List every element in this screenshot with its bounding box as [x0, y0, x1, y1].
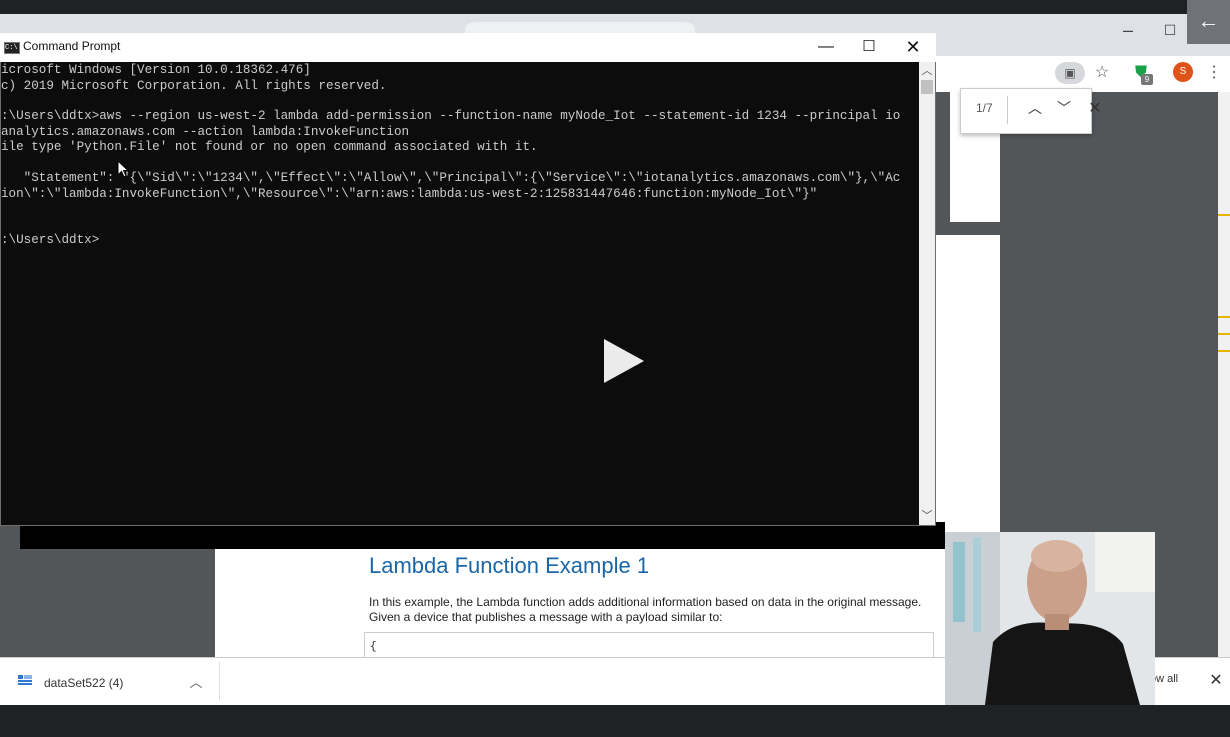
cmd-scrollbar[interactable]	[919, 62, 935, 525]
doc-paragraph: In this example, the Lambda function add…	[369, 595, 922, 609]
kebab-menu-icon[interactable]: ⋮	[1206, 62, 1222, 84]
back-arrow-icon[interactable]: ←	[1187, 0, 1230, 44]
browser-minimize-button[interactable]: –	[1118, 20, 1138, 40]
close-icon[interactable]: ✕	[1086, 98, 1104, 118]
divider	[1007, 96, 1008, 124]
doc-code-block: {	[364, 632, 934, 657]
divider	[219, 662, 220, 700]
console-line: "Statement": "{\"Sid\":\"1234\",\"Effect…	[1, 171, 901, 185]
scroll-up-icon[interactable]: ︿	[919, 62, 935, 80]
search-highlight-mark	[1218, 333, 1230, 335]
console-output[interactable]: icrosoft Windows [Version 10.0.18362.476…	[1, 62, 919, 525]
doc-heading: Lambda Function Example 1	[369, 553, 650, 578]
doc-paragraph: Given a device that publishes a message …	[369, 610, 723, 624]
search-highlight-mark	[1218, 316, 1230, 318]
download-item-name[interactable]: dataSet522 (4)	[44, 676, 154, 692]
file-icon	[18, 675, 32, 685]
pdf-scrollbar[interactable]	[1218, 92, 1230, 657]
close-button[interactable]: ✕	[899, 35, 927, 59]
console-line: ile type 'Python.File' not found or no o…	[1, 140, 538, 154]
window-shadow	[20, 522, 945, 549]
webcam-video	[945, 532, 1155, 705]
play-icon[interactable]	[602, 338, 646, 384]
browser-maximize-button[interactable]: ☐	[1160, 20, 1180, 40]
scroll-thumb[interactable]	[921, 80, 933, 94]
cmd-app-icon: C:\	[4, 42, 20, 54]
console-line: ion\":\"lambda:InvokeFunction\",\"Resour…	[1, 187, 818, 201]
console-line: analytics.amazonaws.com --action lambda:…	[1, 125, 410, 139]
console-prompt: :\Users\ddtx>	[1, 233, 100, 247]
find-count: 1/7	[976, 101, 993, 115]
presenter-video-frame	[945, 532, 1155, 705]
console-line: c) 2019 Microsoft Corporation. All right…	[1, 79, 387, 93]
search-highlight-mark	[1218, 350, 1230, 352]
scroll-down-icon[interactable]: ﹀	[919, 507, 935, 525]
window-title: Command Prompt	[23, 39, 121, 53]
chevron-down-icon[interactable]: ﹀	[1055, 98, 1073, 118]
star-icon[interactable]: ☆	[1092, 62, 1112, 84]
close-icon[interactable]: ✕	[1207, 670, 1225, 690]
console-line: icrosoft Windows [Version 10.0.18362.476…	[1, 63, 311, 77]
console-line: :\Users\ddtx>aws --region us-west-2 lamb…	[1, 109, 901, 123]
show-all-button[interactable]: ow all	[1150, 673, 1190, 689]
avatar[interactable]: S	[1173, 62, 1193, 82]
minimize-button[interactable]: —	[812, 35, 840, 59]
top-bar	[0, 0, 1230, 14]
chevron-up-icon[interactable]: ︿	[1026, 98, 1044, 118]
maximize-button[interactable]: ☐	[855, 35, 883, 59]
mouse-cursor-icon	[117, 160, 129, 178]
search-highlight-mark	[1218, 214, 1230, 216]
chevron-up-icon[interactable]: ︿	[187, 672, 205, 690]
extension-badge: 9	[1141, 74, 1153, 85]
bottom-bar	[0, 705, 1230, 737]
pdf-extension-icon[interactable]: ▣	[1055, 62, 1085, 84]
